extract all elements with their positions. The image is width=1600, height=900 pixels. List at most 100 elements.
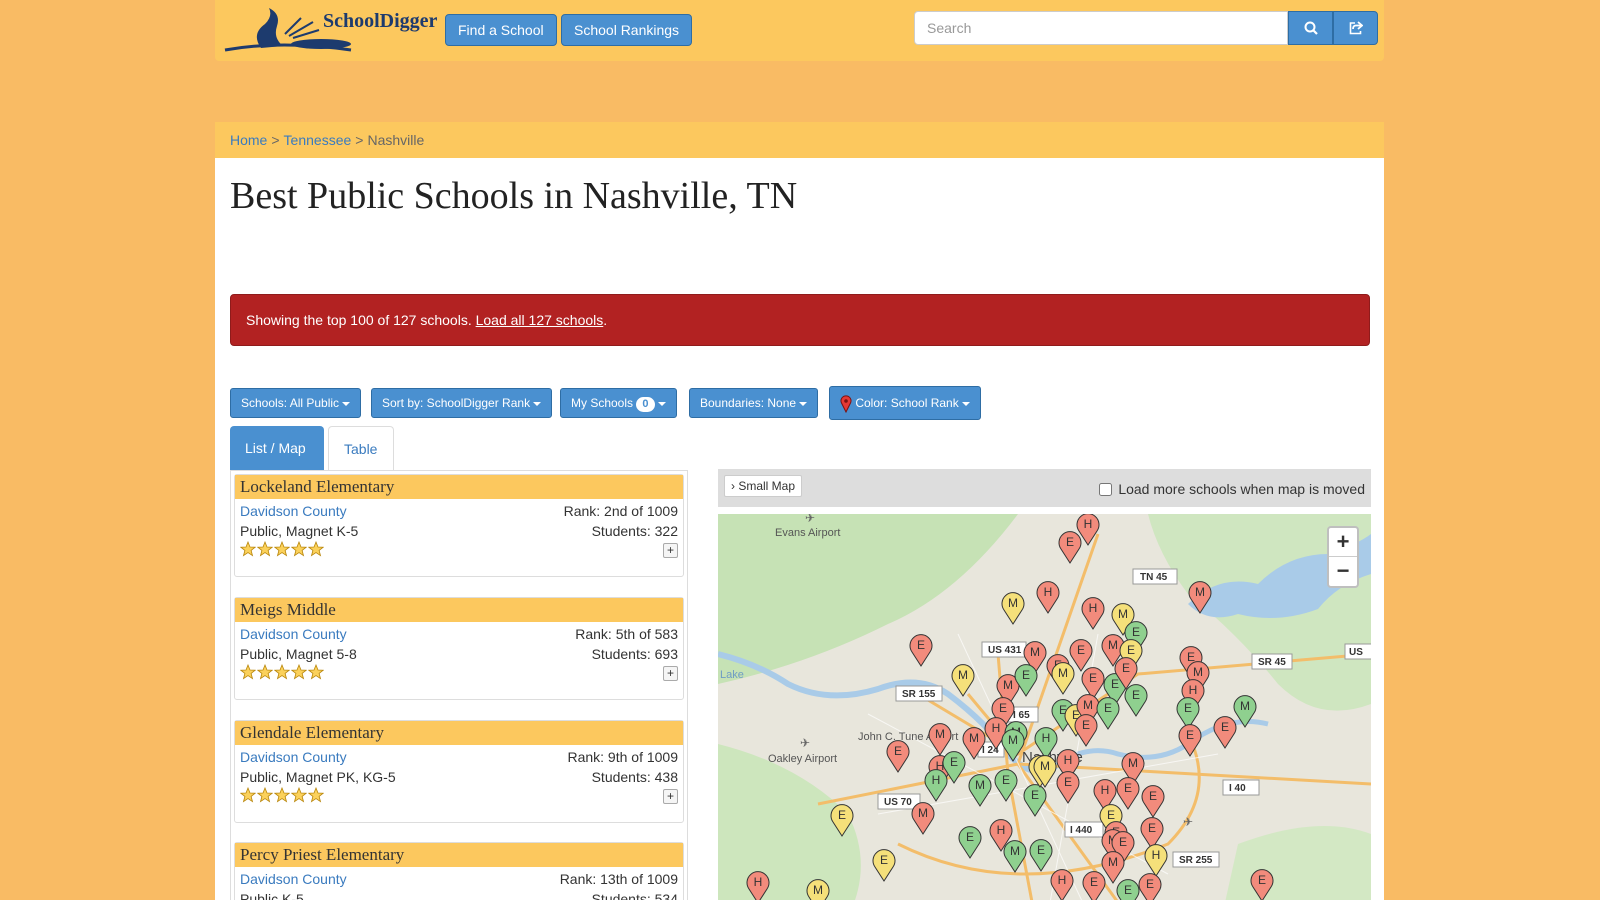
school-rank: Rank: 2nd of 1009 xyxy=(563,503,678,519)
school-district-link[interactable]: Davidson County xyxy=(240,869,347,889)
svg-text:M: M xyxy=(1040,759,1050,773)
svg-text:E: E xyxy=(1221,720,1229,734)
site-header: SchoolDigger Find a School School Rankin… xyxy=(215,0,1384,61)
sort-dropdown[interactable]: Sort by: SchoolDigger Rank xyxy=(371,388,553,418)
school-name[interactable]: Glendale Elementary xyxy=(235,721,683,745)
road-shield: SR 45 xyxy=(1251,653,1293,670)
logo-text: SchoolDigger xyxy=(323,10,438,32)
svg-text:H: H xyxy=(754,875,763,889)
svg-text:E: E xyxy=(880,853,888,867)
zoom-in-button[interactable]: + xyxy=(1329,528,1357,557)
caret-down-icon xyxy=(342,401,351,406)
svg-text:M: M xyxy=(1108,638,1118,652)
expand-button[interactable]: + xyxy=(663,789,678,804)
svg-text:M: M xyxy=(918,806,928,820)
svg-text:E: E xyxy=(1022,668,1030,682)
breadcrumb-tennessee[interactable]: Tennessee xyxy=(284,132,352,148)
svg-text:H: H xyxy=(992,721,1001,735)
svg-text:✈: ✈ xyxy=(1183,815,1193,829)
find-a-school-button[interactable]: Find a School xyxy=(445,14,557,46)
alert-text: Showing the top 100 of 127 schools. xyxy=(246,312,476,328)
svg-text:E: E xyxy=(1111,677,1119,691)
zoom-out-button[interactable]: − xyxy=(1329,557,1357,586)
sort-label: Sort by: SchoolDigger Rank xyxy=(382,396,531,410)
school-name[interactable]: Lockeland Elementary xyxy=(235,475,683,499)
school-district-link[interactable]: Davidson County xyxy=(240,501,347,521)
schools-map[interactable]: Evans Airport Oakley Airport John C. Tun… xyxy=(718,514,1371,900)
school-students: Students: 322 xyxy=(591,523,678,539)
svg-text:H: H xyxy=(1084,517,1093,531)
school-card: Percy Priest Elementary Davidson County … xyxy=(234,842,684,900)
schools-filter-dropdown[interactable]: Schools: All Public xyxy=(230,388,362,418)
my-schools-label: My Schools xyxy=(571,396,634,410)
svg-text:M: M xyxy=(1003,678,1013,692)
breadcrumb-home[interactable]: Home xyxy=(230,132,267,148)
svg-text:H: H xyxy=(997,823,1006,837)
svg-text:H: H xyxy=(1152,848,1161,862)
svg-text:E: E xyxy=(950,755,958,769)
map-canvas[interactable]: Evans Airport Oakley Airport John C. Tun… xyxy=(718,514,1371,900)
school-name[interactable]: Meigs Middle xyxy=(235,598,683,622)
load-more-toggle[interactable]: Load more schools when map is moved xyxy=(1099,481,1365,497)
tab-table[interactable]: Table xyxy=(328,426,394,470)
expand-button[interactable]: + xyxy=(663,666,678,681)
boundaries-dropdown[interactable]: Boundaries: None xyxy=(689,388,819,418)
svg-text:E: E xyxy=(1066,535,1074,549)
svg-text:US: US xyxy=(1349,647,1363,658)
svg-text:M: M xyxy=(1008,733,1018,747)
school-type: Public K-5 xyxy=(240,891,304,900)
caret-down-icon xyxy=(799,401,808,406)
school-district-link[interactable]: Davidson County xyxy=(240,624,347,644)
svg-text:E: E xyxy=(1148,821,1156,835)
svg-text:✈: ✈ xyxy=(800,736,810,750)
my-schools-dropdown[interactable]: My Schools 0 xyxy=(560,388,677,418)
schooldigger-logo[interactable]: SchoolDigger xyxy=(221,4,441,56)
svg-text:H: H xyxy=(1044,585,1053,599)
search-icon xyxy=(1304,21,1318,35)
school-name[interactable]: Percy Priest Elementary xyxy=(235,843,683,867)
map-pin-icon xyxy=(840,395,852,413)
color-dropdown[interactable]: Color: School Rank xyxy=(829,386,981,420)
star-icon xyxy=(291,787,307,803)
star-rating xyxy=(240,787,324,803)
svg-text:E: E xyxy=(1119,835,1127,849)
my-schools-count-badge: 0 xyxy=(636,397,655,412)
expand-button[interactable]: + xyxy=(663,543,678,558)
place-label: Evans Airport xyxy=(775,527,840,539)
svg-text:E: E xyxy=(917,638,925,652)
svg-text:M: M xyxy=(1128,756,1138,770)
svg-text:M: M xyxy=(975,778,985,792)
road-shield: US xyxy=(1344,643,1371,660)
svg-text:SR 45: SR 45 xyxy=(1258,657,1286,668)
school-marker[interactable]: M xyxy=(806,879,830,900)
svg-text:E: E xyxy=(1127,643,1135,657)
star-icon xyxy=(308,541,324,557)
share-button[interactable] xyxy=(1333,11,1378,45)
chevron-right-icon: › xyxy=(731,479,735,493)
search-input[interactable] xyxy=(914,11,1288,45)
svg-text:I 40: I 40 xyxy=(1229,783,1246,794)
road-shield: SR 255 xyxy=(1172,851,1220,868)
small-map-button[interactable]: › Small Map xyxy=(724,475,803,497)
svg-text:M: M xyxy=(958,668,968,682)
road-shield: TN 45 xyxy=(1132,568,1178,585)
load-all-schools-link[interactable]: Load all 127 schools xyxy=(476,312,604,328)
school-marker[interactable]: E xyxy=(1116,879,1140,900)
school-district-link[interactable]: Davidson County xyxy=(240,747,347,767)
small-map-label: Small Map xyxy=(738,479,796,493)
svg-text:E: E xyxy=(1089,671,1097,685)
tab-list-map[interactable]: List / Map xyxy=(230,426,324,470)
load-more-checkbox[interactable] xyxy=(1099,482,1113,496)
svg-text:E: E xyxy=(894,744,902,758)
svg-text:M: M xyxy=(1008,596,1018,610)
svg-text:E: E xyxy=(1146,877,1154,891)
school-rankings-button[interactable]: School Rankings xyxy=(561,14,693,46)
svg-text:E: E xyxy=(1258,873,1266,887)
search-button[interactable] xyxy=(1288,11,1333,45)
school-students: Students: 693 xyxy=(591,646,678,662)
road-shield: SR 155 xyxy=(895,685,943,702)
caret-down-icon xyxy=(657,401,666,406)
star-icon xyxy=(257,787,273,803)
school-rank: Rank: 9th of 1009 xyxy=(567,749,678,765)
alert-end: . xyxy=(603,312,608,328)
